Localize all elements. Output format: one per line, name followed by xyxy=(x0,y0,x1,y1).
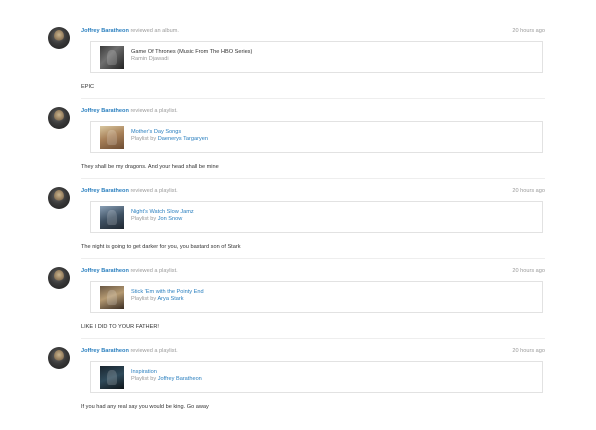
playlist-byline: Playlist by Arya Stark xyxy=(131,296,184,303)
playlist-card[interactable]: Night's Watch Slow Jamz Playlist by Jon … xyxy=(90,201,543,233)
entry-divider xyxy=(81,98,545,99)
playlist-cover-image[interactable] xyxy=(100,286,124,309)
entry-timestamp: 20 hours ago xyxy=(512,188,545,194)
playlist-card[interactable]: Stick 'Em with the Pointy End Playlist b… xyxy=(90,281,543,313)
entry-action: reviewed a playlist. xyxy=(130,348,178,354)
album-card[interactable]: Game Of Thrones (Music From The HBO Seri… xyxy=(90,41,543,73)
entry-divider xyxy=(81,258,545,259)
playlist-card[interactable]: Inspiration Playlist by Joffrey Baratheo… xyxy=(90,361,543,393)
user-name-link[interactable]: Joffrey Baratheon xyxy=(81,108,129,114)
playlist-cover-image[interactable] xyxy=(100,206,124,229)
entry-header: Joffrey Baratheon reviewed a playlist. xyxy=(81,347,178,355)
playlist-cover-image[interactable] xyxy=(100,126,124,149)
review-comment: EPIC xyxy=(81,84,95,90)
entry-header: Joffrey Baratheon reviewed a playlist. xyxy=(81,267,178,275)
playlist-title-link[interactable]: Mother's Day Songs xyxy=(131,129,181,136)
album-artist: Ramin Djawadi xyxy=(131,56,169,63)
user-name-link[interactable]: Joffrey Baratheon xyxy=(81,28,129,34)
entry-divider xyxy=(81,338,545,339)
entry-timestamp: 20 hours ago xyxy=(512,268,545,274)
item-sub-prefix: Playlist by xyxy=(131,216,158,222)
playlist-owner-link[interactable]: Jon Snow xyxy=(158,216,183,222)
playlist-title-link[interactable]: Night's Watch Slow Jamz xyxy=(131,209,194,216)
entry-header: Joffrey Baratheon reviewed a playlist. xyxy=(81,187,178,195)
entry-action: reviewed a playlist. xyxy=(130,188,178,194)
entry-header: Joffrey Baratheon reviewed a playlist. xyxy=(81,107,178,115)
user-avatar[interactable] xyxy=(48,27,70,49)
review-comment: The night is going to get darker for you… xyxy=(81,244,241,250)
entry-header: Joffrey Baratheon reviewed an album. xyxy=(81,27,179,35)
user-avatar[interactable] xyxy=(48,267,70,289)
entry-timestamp: 20 hours ago xyxy=(512,348,545,354)
user-name-link[interactable]: Joffrey Baratheon xyxy=(81,188,129,194)
entry-action: reviewed an album. xyxy=(130,28,179,34)
review-comment: LIKE I DID TO YOUR FATHER! xyxy=(81,324,159,330)
playlist-owner-link[interactable]: Arya Stark xyxy=(157,296,183,302)
user-name-link[interactable]: Joffrey Baratheon xyxy=(81,268,129,274)
playlist-byline: Playlist by Jon Snow xyxy=(131,216,182,223)
user-name-link[interactable]: Joffrey Baratheon xyxy=(81,348,129,354)
playlist-owner-link[interactable]: Daenerys Targaryen xyxy=(158,136,208,142)
playlist-byline: Playlist by Joffrey Baratheon xyxy=(131,376,202,383)
entry-divider xyxy=(81,178,545,179)
entry-timestamp: 20 hours ago xyxy=(512,28,545,34)
artist-name: Ramin Djawadi xyxy=(131,56,169,62)
user-avatar[interactable] xyxy=(48,347,70,369)
playlist-card[interactable]: Mother's Day Songs Playlist by Daenerys … xyxy=(90,121,543,153)
playlist-title-link[interactable]: Inspiration xyxy=(131,369,157,376)
entry-action: reviewed a playlist. xyxy=(130,268,178,274)
playlist-cover-image[interactable] xyxy=(100,366,124,389)
album-cover-image[interactable] xyxy=(100,46,124,69)
item-sub-prefix: Playlist by xyxy=(131,376,158,382)
item-sub-prefix: Playlist by xyxy=(131,296,158,302)
user-avatar[interactable] xyxy=(48,187,70,209)
playlist-byline: Playlist by Daenerys Targaryen xyxy=(131,136,208,143)
playlist-owner-link[interactable]: Joffrey Baratheon xyxy=(158,376,202,382)
review-comment: If you had any real say you would be kin… xyxy=(81,404,209,410)
user-avatar[interactable] xyxy=(48,107,70,129)
album-title[interactable]: Game Of Thrones (Music From The HBO Seri… xyxy=(131,49,252,56)
playlist-title-link[interactable]: Stick 'Em with the Pointy End xyxy=(131,289,204,296)
entry-action: reviewed a playlist. xyxy=(130,108,178,114)
review-comment: They shall be my dragons. And your head … xyxy=(81,164,219,170)
item-sub-prefix: Playlist by xyxy=(131,136,158,142)
